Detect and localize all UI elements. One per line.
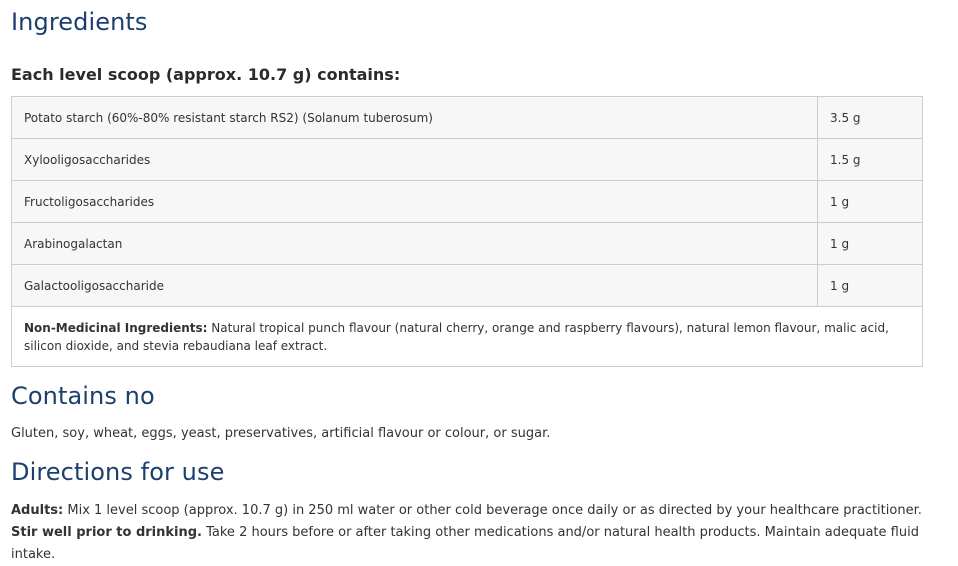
table-row: Fructoligosaccharides 1 g	[11, 180, 923, 223]
table-row: Arabinogalactan 1 g	[11, 222, 923, 265]
ingredient-amount: 1 g	[817, 180, 923, 223]
non-medicinal-label: Non-Medicinal Ingredients:	[24, 320, 208, 335]
table-row: Xylooligosaccharides 1.5 g	[11, 138, 923, 181]
ingredient-amount: 3.5 g	[817, 96, 923, 139]
stir-label: Stir well prior to drinking.	[11, 525, 202, 540]
adults-label: Adults:	[11, 503, 64, 518]
ingredient-name: Galactooligosaccharide	[11, 264, 818, 307]
ingredient-name: Xylooligosaccharides	[11, 138, 818, 181]
table-row: Galactooligosaccharide 1 g	[11, 264, 923, 307]
contains-no-text: Gluten, soy, wheat, eggs, yeast, preserv…	[11, 426, 551, 441]
ingredient-amount: 1 g	[817, 222, 923, 265]
non-medicinal-row: Non-Medicinal Ingredients: Natural tropi…	[11, 306, 923, 367]
directions-title: Directions for use	[11, 458, 225, 486]
ingredient-amount: 1.5 g	[817, 138, 923, 181]
ingredient-name: Potato starch (60%-80% resistant starch …	[11, 96, 818, 139]
ingredients-table: Potato starch (60%-80% resistant starch …	[11, 96, 923, 367]
non-medicinal-cell: Non-Medicinal Ingredients: Natural tropi…	[11, 306, 923, 367]
ingredient-name: Fructoligosaccharides	[11, 180, 818, 223]
contains-no-title: Contains no	[11, 382, 155, 410]
ingredients-title: Ingredients	[11, 8, 148, 36]
table-row: Potato starch (60%-80% resistant starch …	[11, 96, 923, 139]
ingredient-name: Arabinogalactan	[11, 222, 818, 265]
ingredient-amount: 1 g	[817, 264, 923, 307]
directions-part-1: Mix 1 level scoop (approx. 10.7 g) in 25…	[63, 503, 922, 518]
directions-text: Adults: Mix 1 level scoop (approx. 10.7 …	[11, 500, 923, 566]
scoop-heading: Each level scoop (approx. 10.7 g) contai…	[11, 65, 401, 84]
